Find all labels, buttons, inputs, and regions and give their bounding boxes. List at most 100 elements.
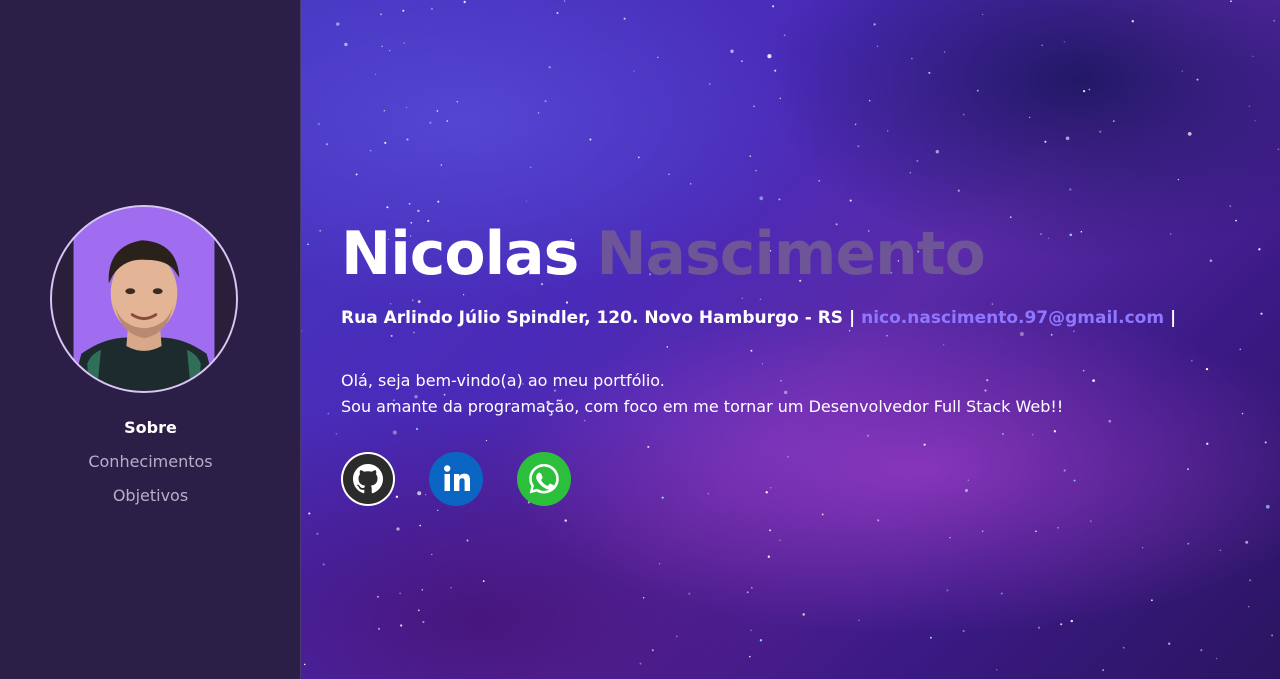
star — [456, 100, 459, 103]
star — [369, 149, 372, 152]
star — [633, 70, 635, 72]
contact-info: Rua Arlindo Júlio Spindler, 120. Novo Ha… — [341, 306, 1176, 330]
star — [708, 83, 711, 85]
intro-line-2: Sou amante da programação, com foco em m… — [341, 397, 1064, 416]
star — [1273, 19, 1276, 22]
star — [1112, 120, 1115, 122]
star — [849, 199, 852, 202]
star — [1099, 130, 1102, 133]
star — [767, 54, 772, 59]
star — [377, 595, 379, 598]
star — [658, 563, 661, 565]
star — [431, 553, 433, 556]
star — [876, 45, 879, 48]
star — [1187, 468, 1189, 470]
star — [548, 66, 551, 69]
star — [774, 69, 777, 72]
sidebar: Sobre Conhecimentos Objetivos — [0, 0, 301, 679]
star — [417, 209, 420, 213]
star — [316, 532, 319, 535]
star — [1258, 248, 1261, 251]
star — [1230, 0, 1232, 2]
star — [1168, 642, 1171, 645]
star — [639, 662, 642, 665]
star — [402, 9, 405, 12]
star — [525, 200, 528, 202]
star — [916, 159, 919, 162]
star — [408, 202, 411, 205]
star — [779, 539, 781, 542]
star — [873, 23, 876, 26]
address-text: Rua Arlindo Júlio Spindler, 120. Novo Ha… — [341, 308, 856, 328]
sidebar-nav: Sobre Conhecimentos Objetivos — [0, 416, 301, 518]
star — [1248, 105, 1251, 107]
star — [668, 173, 670, 176]
star — [779, 97, 782, 100]
star — [1070, 619, 1073, 623]
star — [383, 110, 386, 112]
star — [783, 34, 786, 37]
github-link[interactable] — [341, 452, 395, 506]
star — [1088, 88, 1091, 91]
whatsapp-link[interactable] — [517, 452, 571, 506]
star — [957, 189, 960, 192]
star — [1041, 44, 1043, 47]
star — [675, 635, 678, 638]
star — [1187, 131, 1192, 136]
nav-item-objetivos[interactable]: Objetivos — [113, 484, 188, 518]
star — [928, 71, 931, 74]
star — [437, 509, 439, 512]
linkedin-icon — [429, 452, 483, 506]
star — [821, 513, 824, 516]
star — [1229, 205, 1232, 208]
separator: | — [1169, 308, 1177, 328]
star — [857, 145, 860, 148]
star — [778, 198, 781, 201]
star — [1187, 542, 1190, 545]
star — [1089, 520, 1092, 523]
star — [1252, 55, 1254, 57]
star — [374, 73, 377, 76]
star — [1241, 412, 1244, 415]
hero-content: Nicolas Nascimento Rua Arlindo Júlio Spin… — [341, 214, 1176, 506]
nav-item-conhecimentos[interactable]: Conhecimentos — [88, 450, 212, 484]
star — [544, 100, 547, 103]
star — [759, 639, 763, 642]
star — [1035, 530, 1037, 533]
star — [688, 592, 691, 595]
star — [450, 586, 452, 589]
star — [818, 180, 820, 182]
email-link[interactable]: nico.nascimento.97@gmail.com — [861, 308, 1164, 328]
star — [1206, 442, 1209, 445]
star — [1271, 634, 1274, 637]
star — [482, 580, 485, 583]
star — [772, 5, 775, 8]
star — [437, 200, 440, 203]
nav-item-sobre[interactable]: Sobre — [124, 416, 177, 450]
star — [802, 613, 806, 616]
star — [1254, 120, 1256, 122]
star — [962, 629, 965, 633]
star — [1235, 219, 1237, 222]
linkedin-link[interactable] — [429, 452, 483, 506]
star — [327, 412, 330, 415]
star — [381, 45, 383, 48]
intro-text: Olá, seja bem-vindo(a) ao meu portfólio.… — [341, 368, 1176, 420]
star — [854, 123, 857, 126]
star — [1131, 20, 1134, 23]
whatsapp-icon — [517, 452, 571, 506]
star — [389, 49, 391, 52]
star — [651, 649, 654, 652]
star — [322, 563, 325, 566]
star — [308, 512, 311, 515]
star — [564, 519, 567, 522]
star — [749, 155, 752, 158]
star — [1205, 367, 1209, 371]
star — [384, 141, 387, 144]
star — [1200, 649, 1203, 652]
star — [422, 620, 425, 624]
star — [405, 106, 408, 109]
star — [755, 169, 757, 172]
star — [377, 627, 381, 631]
star — [1219, 549, 1222, 552]
